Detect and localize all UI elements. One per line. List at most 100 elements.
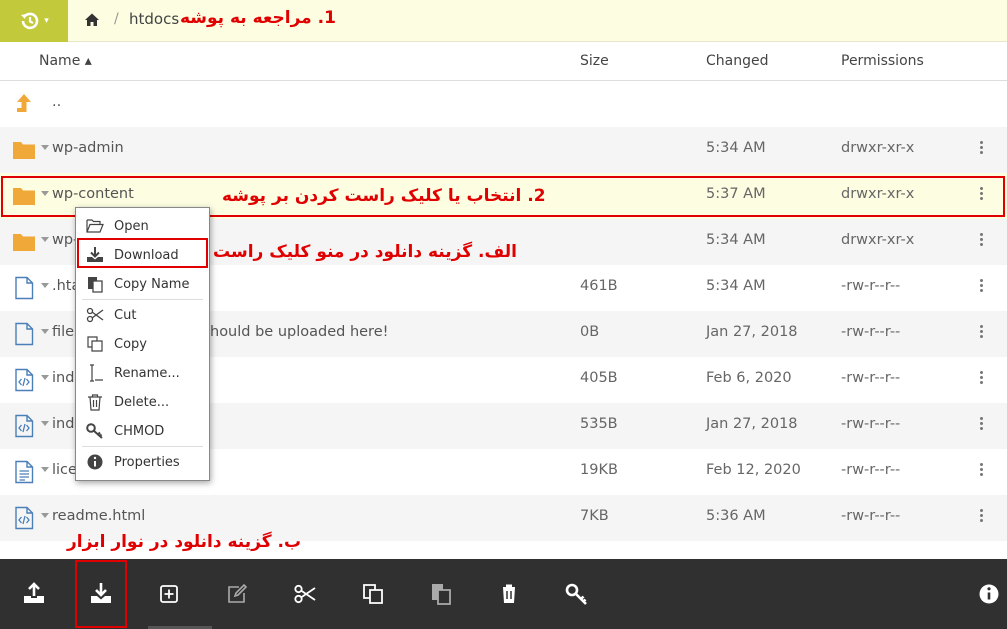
file-name-tail: hould be uploaded here! xyxy=(210,324,389,340)
chevron-down-icon[interactable] xyxy=(41,421,49,426)
up-arrow-icon xyxy=(17,94,31,112)
key-icon xyxy=(565,583,587,605)
menu-item-rename[interactable]: Rename... xyxy=(76,361,209,385)
more-icon[interactable] xyxy=(979,141,985,159)
file-name: .. xyxy=(52,94,62,110)
toolbar-download-highlight-box xyxy=(75,560,127,628)
table-row-parent[interactable]: .. xyxy=(0,81,1007,127)
column-changed[interactable]: Changed xyxy=(706,53,769,69)
column-permissions[interactable]: Permissions xyxy=(841,53,924,69)
upload-button[interactable] xyxy=(21,581,47,607)
home-icon[interactable] xyxy=(84,12,100,28)
edit-icon xyxy=(228,583,248,603)
menu-separator xyxy=(82,446,203,447)
chevron-down-icon[interactable] xyxy=(41,513,49,518)
file-changed: 5:34 AM xyxy=(706,140,766,156)
table-row[interactable]: wp-admin 5:34 AM drwxr-xr-x xyxy=(0,127,1007,173)
file-permissions: -rw-r--r-- xyxy=(841,462,901,478)
file-name: readme.html xyxy=(52,508,146,524)
menu-item-copy[interactable]: Copy xyxy=(76,332,209,356)
history-button[interactable]: ▾ xyxy=(0,0,68,42)
cursor-icon xyxy=(90,364,103,382)
chevron-down-icon[interactable] xyxy=(41,237,49,242)
file-permissions: -rw-r--r-- xyxy=(841,324,901,340)
top-bar: ▾ / htdocs xyxy=(0,0,1007,42)
annotation-step-2: 2. انتخاب یا کلیک راست کردن بر پوشه xyxy=(222,186,546,206)
more-icon[interactable] xyxy=(979,509,985,527)
key-icon xyxy=(86,423,103,439)
upload-icon xyxy=(24,582,44,603)
file-changed: 5:36 AM xyxy=(706,508,766,524)
file-changed: Feb 12, 2020 xyxy=(706,462,801,478)
file-icon xyxy=(15,276,34,300)
folder-icon xyxy=(13,142,35,159)
folder-icon xyxy=(13,234,35,251)
file-permissions: -rw-r--r-- xyxy=(841,370,901,386)
delete-icon xyxy=(501,584,517,603)
info-button[interactable] xyxy=(976,581,1002,607)
new-folder-button[interactable] xyxy=(156,581,182,607)
menu-item-properties[interactable]: Properties xyxy=(76,450,209,474)
menu-item-open[interactable]: Open xyxy=(76,214,209,238)
menu-item-chmod[interactable]: CHMOD xyxy=(76,419,209,443)
file-changed: Jan 27, 2018 xyxy=(706,324,798,340)
file-permissions: -rw-r--r-- xyxy=(841,508,901,524)
file-size: 19KB xyxy=(580,462,618,478)
chevron-down-icon[interactable] xyxy=(41,467,49,472)
edit-button[interactable] xyxy=(224,581,250,607)
column-name[interactable]: Name ▴ xyxy=(39,53,92,69)
code-file-icon xyxy=(15,368,34,392)
menu-item-label: Rename... xyxy=(114,366,180,381)
cut-button[interactable] xyxy=(292,581,318,607)
file-size: 7KB xyxy=(580,508,609,524)
chevron-down-icon: ▾ xyxy=(44,16,49,26)
file-changed: 5:34 AM xyxy=(706,232,766,248)
more-icon[interactable] xyxy=(979,371,985,389)
cut-icon xyxy=(294,584,316,604)
chevron-down-icon[interactable] xyxy=(41,329,49,334)
file-changed: 5:34 AM xyxy=(706,278,766,294)
download-highlight-box xyxy=(77,238,208,268)
folder-open-icon xyxy=(86,219,104,233)
chmod-button[interactable] xyxy=(564,581,590,607)
new-folder-icon xyxy=(160,585,178,603)
paste-icon xyxy=(432,584,451,605)
more-icon[interactable] xyxy=(979,325,985,343)
file-name: ind xyxy=(52,416,75,432)
more-icon[interactable] xyxy=(979,463,985,481)
annotation-step-1: 1. مراجعه به پوشه xyxy=(180,8,336,28)
breadcrumb-current[interactable]: htdocs xyxy=(129,10,179,28)
code-file-icon xyxy=(15,506,34,530)
more-icon[interactable] xyxy=(979,417,985,435)
file-changed: Feb 6, 2020 xyxy=(706,370,792,386)
menu-item-label: Properties xyxy=(114,455,180,470)
more-icon[interactable] xyxy=(979,233,985,251)
file-permissions: -rw-r--r-- xyxy=(841,416,901,432)
more-icon[interactable] xyxy=(979,279,985,297)
file-permissions: drwxr-xr-x xyxy=(841,140,915,156)
code-file-icon xyxy=(15,414,34,438)
menu-item-label: CHMOD xyxy=(114,424,165,439)
delete-button[interactable] xyxy=(496,581,522,607)
table-header: Name ▴ Size Changed Permissions xyxy=(0,42,1007,81)
paste-button[interactable] xyxy=(428,581,454,607)
chevron-down-icon[interactable] xyxy=(41,283,49,288)
chevron-down-icon[interactable] xyxy=(41,375,49,380)
chevron-down-icon[interactable] xyxy=(41,145,49,150)
file-name: lice xyxy=(52,462,77,478)
clipboard-icon xyxy=(88,277,103,293)
column-size[interactable]: Size xyxy=(580,53,609,69)
menu-item-delete[interactable]: Delete... xyxy=(76,390,209,414)
menu-item-copy-name[interactable]: Copy Name xyxy=(76,272,209,296)
copy-icon xyxy=(87,336,103,352)
file-size: 0B xyxy=(580,324,600,340)
menu-item-cut[interactable]: Cut xyxy=(76,303,209,327)
annotation-option-a: الف. گزینه دانلود در منو کلیک راست xyxy=(213,242,517,262)
copy-button[interactable] xyxy=(360,581,386,607)
menu-item-label: Copy Name xyxy=(114,277,190,292)
file-permissions: -rw-r--r-- xyxy=(841,278,901,294)
menu-item-label: Open xyxy=(114,219,149,234)
bottom-toolbar xyxy=(0,559,1007,629)
text-file-icon xyxy=(15,460,34,484)
trash-icon xyxy=(88,394,102,411)
